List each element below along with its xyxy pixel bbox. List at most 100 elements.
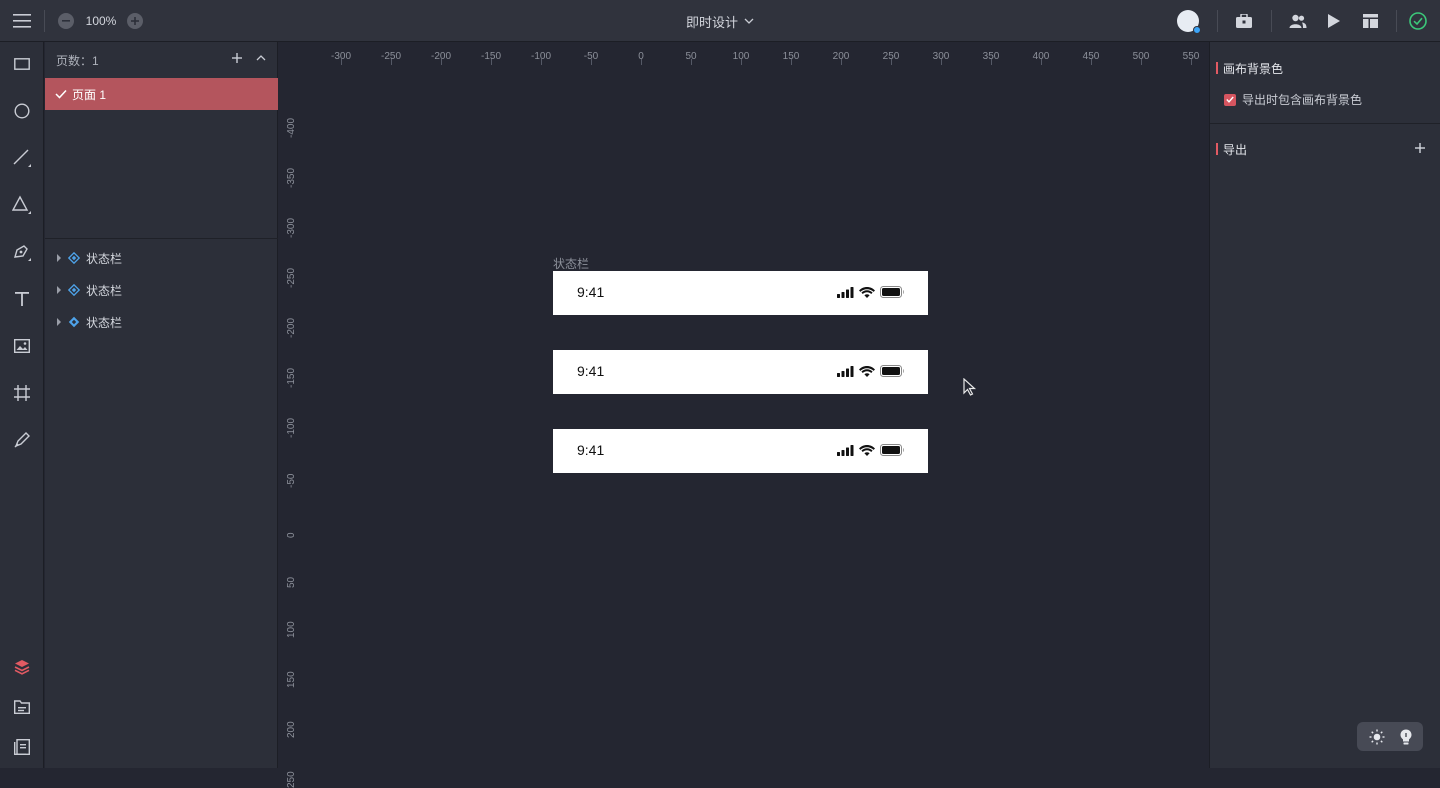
export-title: 导出 [1223, 142, 1248, 157]
slice-tool-icon[interactable] [10, 428, 34, 452]
ellipse-tool-icon[interactable] [10, 99, 34, 123]
play-icon[interactable] [1324, 11, 1344, 31]
rectangle-tool-icon[interactable] [10, 52, 34, 76]
ruler-y-label: 100 [286, 621, 297, 638]
layer-label: 状态栏 [86, 315, 123, 330]
zoom-out-icon[interactable] [58, 13, 74, 29]
ruler-x-label: 100 [732, 51, 750, 62]
ruler-x-label: -100 [530, 51, 552, 62]
ruler-y-label: -200 [286, 317, 297, 338]
component-master-icon [68, 316, 80, 328]
caret-right-icon[interactable] [56, 286, 62, 294]
include-bg-label: 导出时包含画布背景色 [1242, 93, 1363, 107]
check-icon [1226, 96, 1234, 103]
ruler-x-label: 300 [932, 51, 950, 62]
panel-divider [45, 238, 278, 239]
chevron-up-icon[interactable] [253, 50, 269, 66]
status-bar-frame[interactable]: 9:41 [553, 350, 928, 394]
line-tool-icon[interactable] [10, 146, 34, 170]
status-bar-time: 9:41 [577, 442, 605, 458]
include-bg-checkbox[interactable] [1224, 93, 1236, 106]
signal-icon [837, 444, 854, 456]
status-bar-time: 9:41 [577, 363, 605, 379]
wifi-icon [859, 365, 875, 377]
layer-item[interactable]: 状态栏 [45, 276, 278, 304]
zoom-in-icon[interactable] [127, 13, 143, 29]
battery-icon [880, 365, 904, 377]
ruler-x-label: 350 [982, 51, 1000, 62]
ruler-y-label: 250 [286, 771, 297, 788]
notes-icon[interactable] [10, 735, 34, 759]
component-instance-icon [68, 252, 80, 264]
horizontal-ruler: -300 -250 -200 -150 -100 -50 0 50 100 150 200 250 30… [279, 42, 1208, 70]
ruler-y-label: -50 [286, 473, 297, 488]
frame-label[interactable]: 状态栏 [553, 255, 589, 272]
pages-layers-panel: 页数：1 页面 1 状态栏 状态栏 状态栏 [45, 42, 278, 768]
layer-label: 状态栏 [86, 283, 123, 298]
bottom-quick-actions [1357, 722, 1423, 751]
saved-status-icon [1408, 11, 1428, 31]
battery-icon [880, 286, 904, 298]
ruler-y-label: 200 [286, 721, 297, 738]
status-bar-frame[interactable]: 9:41 [553, 429, 928, 473]
component-instance-icon [68, 284, 80, 296]
menu-icon[interactable] [8, 8, 36, 34]
ruler-y-label: -150 [286, 367, 297, 388]
image-tool-icon[interactable] [10, 334, 34, 358]
toolbox-icon[interactable] [1234, 11, 1254, 31]
vertical-ruler: -400 -350 -300 -250 -200 -150 -100 -50 0 50 100 150… [279, 70, 301, 788]
page-item[interactable]: 页面 1 [45, 78, 278, 110]
panel-divider [1210, 123, 1440, 124]
toolbar-divider [1271, 10, 1272, 32]
ruler-y-label: 0 [286, 532, 297, 538]
text-tool-icon[interactable] [10, 287, 34, 311]
include-bg-option[interactable]: 导出时包含画布背景色 [1224, 91, 1362, 108]
ruler-x-label: -200 [430, 51, 452, 62]
ruler-x-label: 50 [685, 51, 697, 62]
frame-tool-icon[interactable] [10, 381, 34, 405]
add-export-icon[interactable] [1412, 140, 1428, 156]
signal-icon [837, 286, 854, 298]
layers-icon[interactable] [10, 655, 34, 679]
ruler-x-label: 250 [882, 51, 900, 62]
layer-item[interactable]: 状态栏 [45, 244, 278, 272]
avatar[interactable] [1177, 10, 1201, 34]
ruler-x-label: 150 [782, 51, 800, 62]
ruler-x-label: -150 [480, 51, 502, 62]
canvas-bg-title: 画布背景色 [1223, 61, 1284, 76]
pages-header: 页数：1 [45, 42, 278, 76]
layout-icon[interactable] [1360, 11, 1380, 31]
status-bar-time: 9:41 [577, 284, 605, 300]
toolbar-divider [44, 10, 45, 32]
canvas-bg-section-title: 画布背景色 [1216, 60, 1283, 76]
ruler-x-label: -300 [330, 51, 352, 62]
collaborators-icon[interactable] [1288, 11, 1308, 31]
ruler-y-label: 50 [286, 576, 297, 588]
mouse-pointer-icon [963, 377, 977, 399]
ruler-x-label: 450 [1082, 51, 1100, 62]
pen-tool-icon[interactable] [10, 240, 34, 264]
add-page-icon[interactable] [229, 50, 245, 66]
ruler-x-label: -50 [583, 51, 599, 62]
caret-right-icon[interactable] [56, 318, 62, 326]
ruler-x-label: 550 [1182, 51, 1200, 62]
battery-icon [880, 444, 904, 456]
assets-icon[interactable] [10, 695, 34, 719]
theme-toggle-icon[interactable] [1369, 729, 1385, 745]
chevron-down-icon [744, 18, 754, 24]
tips-lightbulb-icon[interactable] [1400, 729, 1412, 745]
document-title: 即时设计 [685, 14, 738, 30]
design-canvas[interactable]: -300 -250 -200 -150 -100 -50 0 50 100 150 200 250 30… [279, 42, 1208, 788]
page-count: 页数：1 [56, 54, 99, 68]
inspector-panel: 画布背景色 导出时包含画布背景色 导出 [1209, 42, 1440, 768]
online-status-dot [1193, 26, 1201, 34]
layer-item[interactable]: 状态栏 [45, 308, 278, 336]
toolbar-divider [1217, 10, 1218, 32]
status-bar-frame[interactable]: 9:41 [553, 271, 928, 315]
document-title-dropdown[interactable]: 即时设计 [660, 11, 780, 31]
zoom-level[interactable]: 100% [80, 12, 122, 30]
wifi-icon [859, 444, 875, 456]
ruler-x-label: 0 [638, 51, 644, 62]
triangle-tool-icon[interactable] [10, 193, 34, 217]
caret-right-icon[interactable] [56, 254, 62, 262]
